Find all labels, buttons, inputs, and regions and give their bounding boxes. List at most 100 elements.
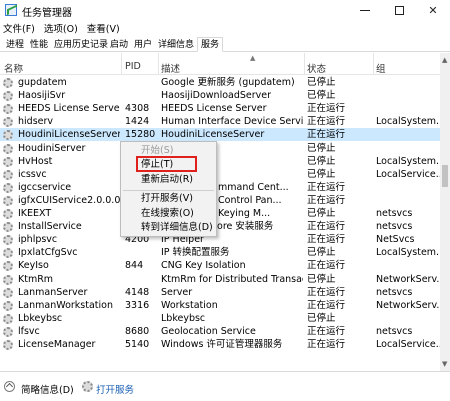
task-manager-icon — [5, 4, 17, 16]
service-group: netsvcs — [376, 286, 413, 298]
service-description: Windows 许可证管理器服务 — [161, 339, 283, 350]
service-row[interactable]: hidserv 1424 Human Interface Device Serv… — [0, 115, 440, 128]
open-services-link[interactable]: 打开服务 — [96, 382, 134, 396]
fewer-details-link[interactable]: 简略信息(D) — [21, 382, 74, 396]
services-list: gupdatem Google 更新服务 (gupdatem) 已停止 Haos… — [0, 76, 440, 371]
service-status: 正在运行 — [307, 286, 346, 298]
header-divider[interactable] — [373, 53, 374, 75]
header-description[interactable]: 描述 — [161, 61, 180, 75]
scroll-down-icon[interactable]: ▼ — [442, 360, 447, 368]
footer-bar: 简略信息(D) 打开服务 — [0, 371, 450, 401]
service-description: Lbkeybsc — [161, 312, 206, 324]
maximize-icon — [394, 5, 404, 15]
service-description: Keying M... — [218, 208, 271, 219]
service-group: LocalSystem... — [376, 155, 440, 167]
service-name: LanmanServer — [18, 286, 88, 298]
service-row[interactable]: igfxCUIService2.0.0.0 Control Pan... 正在运… — [0, 194, 440, 207]
header-pid[interactable]: PID — [125, 61, 141, 72]
menu-item-open-services[interactable]: 打开服务(V) — [141, 193, 193, 205]
service-description: HaosijiDownloadServer — [161, 90, 272, 102]
tab-services[interactable]: 服务 — [197, 37, 224, 52]
service-row[interactable]: HEEDS License Server 4308 HEEDS License … — [0, 102, 440, 115]
tab-details[interactable]: 详细信息 — [154, 37, 198, 52]
service-row[interactable]: igccservice mmand Cent... 正在运行 — [0, 181, 440, 194]
scrollbar-thumb[interactable] — [442, 165, 448, 187]
service-row[interactable]: IpxlatCfgSvc IP 转换配置服务 已停止 LocalSystem..… — [0, 246, 440, 259]
title-bar: 任务管理器 ✕ — [0, 0, 450, 20]
service-gear-icon — [3, 287, 13, 298]
service-row[interactable]: icssvc 已停止 LocalService... — [0, 168, 440, 181]
service-row[interactable]: gupdatem Google 更新服务 (gupdatem) 已停止 — [0, 76, 440, 89]
service-description: KtmRm for Distributed Transacti... — [161, 273, 303, 285]
vertical-scrollbar[interactable]: ▲ ▼ — [440, 53, 450, 371]
service-name: HvHost — [18, 155, 53, 167]
tab-performance[interactable]: 性能 — [26, 37, 52, 52]
service-status: 已停止 — [307, 312, 336, 324]
service-gear-icon — [3, 117, 13, 128]
service-row[interactable]: LanmanServer 4148 Server 正在运行 netsvcs — [0, 286, 440, 299]
header-divider[interactable] — [158, 53, 159, 75]
service-group: LocalSystem... — [376, 116, 440, 128]
tab-startup[interactable]: 启动 — [106, 37, 132, 52]
menu-file[interactable]: 文件(F) — [3, 21, 35, 35]
service-description: mmand Cent... — [218, 181, 289, 193]
service-status: 已停止 — [307, 142, 336, 154]
service-row[interactable]: KtmRm KtmRm for Distributed Transacti...… — [0, 273, 440, 286]
service-row[interactable]: IKEEXT Keying M... 已停止 netsvcs — [0, 207, 440, 220]
service-row[interactable]: Lbkeybsc Lbkeybsc 已停止 — [0, 312, 440, 325]
tab-app-history[interactable]: 应用历史记录 — [50, 37, 112, 52]
header-group[interactable]: 组 — [376, 61, 386, 75]
service-status: 正在运行 — [307, 103, 346, 115]
service-status: 已停止 — [307, 155, 336, 167]
service-name: KeyIso — [18, 260, 49, 272]
service-group: netsvcs — [376, 221, 413, 233]
window-title: 任务管理器 — [22, 8, 72, 19]
header-name[interactable]: 名称 — [4, 61, 23, 75]
tab-users[interactable]: 用户 — [130, 37, 156, 52]
menu-view[interactable]: 查看(V) — [87, 21, 120, 35]
service-pid: 15280 — [125, 129, 156, 141]
service-row[interactable]: lfsvc 8680 Geolocation Service 正在运行 nets… — [0, 325, 440, 338]
chevron-up-icon[interactable] — [4, 381, 15, 392]
service-description: Google 更新服务 (gupdatem) — [161, 77, 295, 88]
service-gear-icon — [3, 222, 13, 233]
service-row[interactable]: LicenseManager 5140 Windows 许可证管理器服务 正在运… — [0, 338, 440, 351]
service-name: lfsvc — [18, 325, 40, 337]
service-row[interactable]: HaosijiSvr HaosijiDownloadServer 已停止 — [0, 89, 440, 102]
service-group: LocalService... — [376, 339, 440, 350]
service-gear-icon — [3, 156, 13, 167]
header-divider[interactable] — [121, 53, 122, 75]
service-pid: 4148 — [125, 286, 150, 298]
menu-item-go-to-details[interactable]: 转到详细信息(D) — [141, 222, 213, 234]
service-row[interactable]: HvHost 已停止 LocalSystem... — [0, 155, 440, 168]
service-row[interactable]: HoudiniServer 已停止 — [0, 142, 440, 155]
service-status: 已停止 — [307, 168, 336, 180]
service-row[interactable]: iphlpsvc 4200 IP Helper 正在运行 NetSvcs — [0, 233, 440, 246]
service-pid: 8680 — [125, 325, 150, 337]
minimize-button[interactable] — [348, 0, 382, 20]
scroll-up-icon[interactable]: ▲ — [442, 56, 447, 64]
maximize-button[interactable] — [382, 0, 416, 20]
menu-item-restart[interactable]: 重新启动(R) — [141, 174, 193, 186]
service-row[interactable]: InstallService 9504 Microsoft Store 安装服务… — [0, 220, 440, 233]
service-status: 正在运行 — [307, 116, 346, 128]
service-pid: 1424 — [125, 116, 150, 128]
service-gear-icon — [3, 313, 13, 324]
header-divider[interactable] — [304, 53, 305, 75]
close-button[interactable]: ✕ — [416, 0, 450, 20]
service-status: 正在运行 — [307, 194, 346, 206]
service-gear-icon — [3, 261, 13, 272]
header-status[interactable]: 状态 — [307, 61, 326, 75]
tab-processes[interactable]: 进程 — [2, 37, 28, 52]
service-status: 正在运行 — [307, 181, 346, 193]
service-pid: 5140 — [125, 339, 150, 350]
service-name: KtmRm — [18, 273, 54, 285]
service-row-selected[interactable]: HoudiniLicenseServer 15280 HoudiniLicens… — [0, 128, 440, 142]
service-gear-icon — [3, 340, 13, 350]
service-name: hidserv — [18, 116, 54, 128]
service-row[interactable]: KeyIso 844 CNG Key Isolation 正在运行 — [0, 259, 440, 272]
service-row[interactable]: LanmanWorkstation 3316 Workstation 正在运行 … — [0, 299, 440, 312]
service-description: CNG Key Isolation — [161, 260, 246, 272]
menu-item-search-online[interactable]: 在线搜索(O) — [141, 208, 194, 220]
menu-options[interactable]: 选项(O) — [44, 21, 78, 35]
